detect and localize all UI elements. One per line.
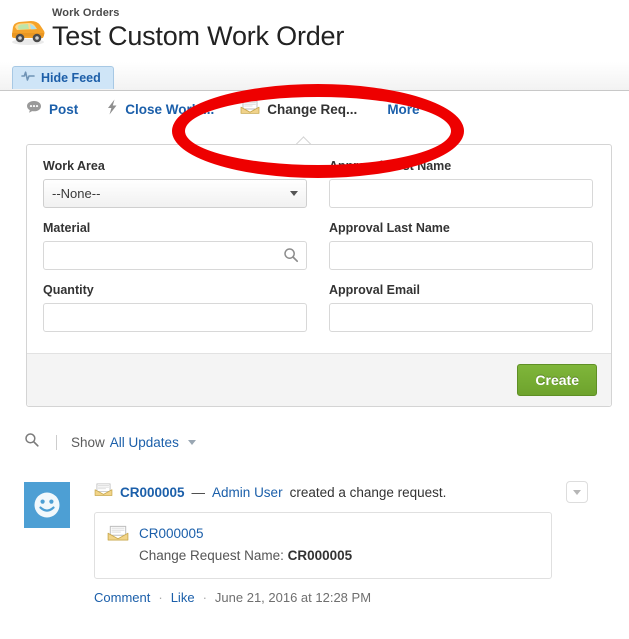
avatar[interactable] bbox=[24, 482, 70, 528]
publisher-action-more[interactable]: More bbox=[387, 91, 442, 127]
quantity-input[interactable] bbox=[43, 303, 307, 332]
truck-icon bbox=[8, 14, 48, 46]
chevron-down-icon bbox=[433, 106, 442, 112]
feed-item-headline: CR000005 — Admin User created a change r… bbox=[94, 477, 610, 503]
feed-item-actions: Comment · Like · June 21, 2016 at 12:28 … bbox=[94, 590, 610, 605]
change-request-form-panel: Work Area --None-- Material Quantity App… bbox=[26, 144, 612, 407]
form-column-left: Work Area --None-- Material Quantity bbox=[43, 159, 307, 345]
field-approval-first-name-label: Approval First Name bbox=[329, 159, 452, 173]
field-material: Material bbox=[43, 221, 307, 270]
page-header: Work Orders Test Custom Work Order bbox=[0, 0, 629, 62]
publisher-action-post[interactable]: Post bbox=[26, 91, 78, 127]
field-approval-email-label: Approval Email bbox=[329, 283, 420, 297]
speech-bubble-icon bbox=[26, 100, 42, 119]
publisher-action-post-label: Post bbox=[49, 101, 79, 117]
separator: · bbox=[158, 590, 163, 605]
publisher-action-change-request-label: Change Req... bbox=[267, 101, 358, 117]
publisher-action-row: Post Close Work ... Change Req... More bbox=[0, 91, 629, 127]
publisher-action-close-work-order[interactable]: Close Work ... bbox=[106, 91, 214, 127]
publisher-action-change-request[interactable]: Change Req... bbox=[240, 91, 357, 127]
chevron-down-icon[interactable] bbox=[187, 439, 196, 445]
filter-divider bbox=[56, 434, 57, 450]
tab-hide-feed-label: Hide Feed bbox=[41, 71, 101, 85]
form-footer: Create bbox=[27, 353, 611, 406]
tab-hide-feed[interactable]: Hide Feed bbox=[12, 66, 114, 89]
feed-filter-selected[interactable]: All Updates bbox=[110, 435, 179, 450]
separator: · bbox=[202, 590, 207, 605]
create-button[interactable]: Create bbox=[517, 364, 597, 396]
field-approval-first-name: Approval First Name bbox=[329, 159, 593, 208]
breadcrumb: Work Orders bbox=[52, 7, 120, 19]
field-work-area: Work Area --None-- bbox=[43, 159, 307, 208]
page-title: Test Custom Work Order bbox=[52, 21, 345, 51]
chevron-down-icon bbox=[573, 489, 581, 495]
tab-strip: Hide Feed bbox=[0, 62, 629, 91]
feed-item-user-link[interactable]: Admin User bbox=[212, 483, 283, 503]
activity-pulse-icon bbox=[21, 69, 35, 87]
envelope-icon bbox=[94, 482, 113, 503]
comment-link[interactable]: Comment bbox=[94, 590, 150, 605]
feed-record-card-field: Change Request Name: CR000005 bbox=[139, 546, 352, 566]
feed-item-action-text: created a change request. bbox=[289, 484, 447, 500]
feed-filter: Show All Updates bbox=[24, 431, 196, 453]
work-area-select-wrap[interactable]: --None-- bbox=[43, 179, 307, 208]
feed-item-timestamp: June 21, 2016 at 12:28 PM bbox=[214, 590, 372, 605]
feed-item-record-link[interactable]: CR000005 bbox=[120, 483, 185, 503]
feed-record-card-field-label: Change Request Name: bbox=[139, 548, 284, 563]
chevron-down-icon bbox=[290, 191, 298, 196]
approval-first-name-input[interactable] bbox=[329, 179, 593, 208]
approval-last-name-input[interactable] bbox=[329, 241, 593, 270]
feed-item: CR000005 — Admin User created a change r… bbox=[24, 477, 610, 605]
envelope-icon bbox=[240, 99, 260, 120]
envelope-icon bbox=[107, 524, 129, 566]
field-approval-last-name-label: Approval Last Name bbox=[329, 221, 450, 235]
publisher-action-close-work-order-label: Close Work ... bbox=[125, 101, 215, 117]
material-lookup-wrap bbox=[43, 241, 307, 270]
search-icon[interactable] bbox=[24, 432, 40, 453]
field-approval-last-name: Approval Last Name bbox=[329, 221, 593, 270]
work-area-select[interactable]: --None-- bbox=[43, 179, 307, 208]
field-material-label: Material bbox=[43, 221, 91, 235]
field-quantity: Quantity bbox=[43, 283, 307, 332]
feed-filter-show-label: Show bbox=[71, 434, 105, 450]
feed-item-main: CR000005 — Admin User created a change r… bbox=[94, 477, 610, 605]
form-body: Work Area --None-- Material Quantity App… bbox=[27, 145, 611, 353]
feed-record-card-title[interactable]: CR000005 bbox=[139, 525, 352, 543]
form-column-right: Approval First Name Approval Last Name A… bbox=[329, 159, 593, 345]
post-options-button[interactable] bbox=[566, 481, 588, 503]
feed-item-dash: — bbox=[191, 484, 206, 500]
field-work-area-label: Work Area bbox=[43, 159, 105, 173]
like-link[interactable]: Like bbox=[171, 590, 195, 605]
field-approval-email: Approval Email bbox=[329, 283, 593, 332]
feed-record-card-body: CR000005 Change Request Name: CR000005 bbox=[139, 524, 352, 566]
approval-email-input[interactable] bbox=[329, 303, 593, 332]
publisher-action-more-label: More bbox=[387, 101, 420, 117]
feed-record-card: CR000005 Change Request Name: CR000005 bbox=[94, 512, 552, 579]
feed-record-card-field-value: CR000005 bbox=[287, 548, 353, 563]
header-text-block: Work Orders Test Custom Work Order bbox=[52, 6, 344, 53]
field-quantity-label: Quantity bbox=[43, 283, 94, 297]
material-input[interactable] bbox=[43, 241, 307, 270]
publisher: Post Close Work ... Change Req... More bbox=[0, 91, 629, 127]
lightning-bolt-icon bbox=[106, 99, 118, 120]
